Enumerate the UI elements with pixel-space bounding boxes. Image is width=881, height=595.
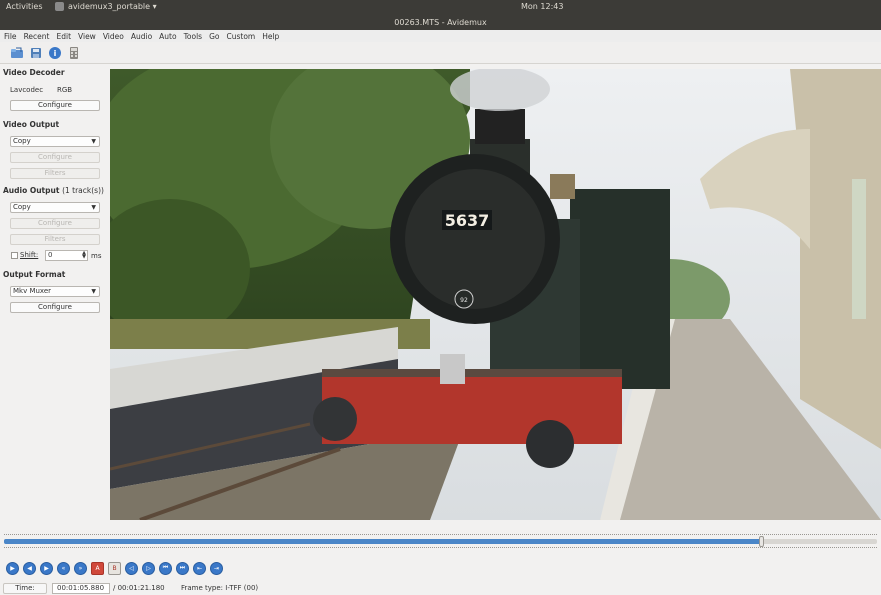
video-output-filters-button[interactable]: Filters: [10, 168, 100, 179]
timeline-progress: [4, 539, 761, 544]
clock[interactable]: Mon 12:43: [521, 2, 563, 11]
next-black-frame-icon[interactable]: ▷: [142, 561, 155, 575]
stepper-arrows-icon[interactable]: ▲ ▼: [82, 251, 86, 260]
go-to-marker-b-icon[interactable]: ⇥: [210, 561, 223, 575]
shift-stepper[interactable]: 0 ▲ ▼: [45, 250, 88, 261]
menu-go[interactable]: Go: [209, 32, 219, 41]
toolbar: i: [0, 42, 881, 64]
video-preview: 5637 92: [110, 69, 881, 520]
play-icon[interactable]: ▶: [6, 561, 19, 575]
set-marker-b-icon[interactable]: B: [108, 561, 121, 575]
system-top-bar: Activities avidemux3_portable ▾ Mon 12:4…: [0, 0, 881, 15]
locomotive-number: 5637: [445, 211, 490, 230]
shift-checkbox[interactable]: [11, 252, 18, 259]
video-decoder-title: Video Decoder: [3, 68, 65, 77]
chevron-down-icon: ▼: [91, 204, 96, 211]
app-icon: [55, 2, 64, 11]
shift-value: 0: [48, 251, 53, 259]
previous-black-frame-icon[interactable]: ◁: [125, 561, 138, 575]
video-output-configure-button[interactable]: Configure: [10, 152, 100, 163]
next-frame-icon[interactable]: ▶: [40, 561, 53, 575]
output-format-configure-button[interactable]: Configure: [10, 302, 100, 313]
menu-bar: File Recent Edit View Video Audio Auto T…: [0, 30, 881, 42]
smokebox-plate: 92: [460, 297, 468, 304]
status-bar: Time: 00:01:05.880 / 00:01:21.180 Frame …: [0, 581, 881, 595]
video-output-select[interactable]: Copy ▼: [10, 136, 100, 147]
audio-output-selected: Copy: [13, 203, 31, 211]
decoder-codec-value: RGB: [57, 86, 73, 94]
shift-unit: ms: [91, 252, 102, 260]
chevron-down-icon: ▼: [91, 138, 96, 145]
previous-frame-icon[interactable]: ◀: [23, 561, 36, 575]
output-format-select[interactable]: Mkv Muxer ▼: [10, 286, 100, 297]
time-label-button[interactable]: Time:: [3, 583, 47, 594]
menu-edit[interactable]: Edit: [56, 32, 71, 41]
settings-sidebar: Video Decoder Lavcodec RGB Configure Vid…: [0, 64, 109, 520]
calculator-icon[interactable]: [67, 46, 81, 60]
menu-auto[interactable]: Auto: [159, 32, 176, 41]
timeline-ticks-bottom: [4, 547, 877, 548]
open-file-icon[interactable]: [10, 46, 24, 60]
timeline-ticks-top: [4, 534, 877, 535]
video-output-selected: Copy: [13, 137, 31, 145]
output-format-selected: Mkv Muxer: [13, 287, 52, 295]
navigation-toolbar: ▶ ◀ ▶ « » A B ◁ ▷ ⏮ ⏭ ⇤ ⇥: [0, 559, 881, 577]
app-name: avidemux3_portable ▾: [68, 2, 157, 11]
menu-view[interactable]: View: [78, 32, 96, 41]
audio-output-select[interactable]: Copy ▼: [10, 202, 100, 213]
go-to-marker-a-icon[interactable]: ⇤: [193, 561, 206, 575]
video-decoder-configure-button[interactable]: Configure: [10, 100, 100, 111]
output-format-title: Output Format: [3, 270, 66, 279]
set-marker-a-icon[interactable]: A: [91, 561, 104, 575]
audio-output-filters-button[interactable]: Filters: [10, 234, 100, 245]
svg-text:i: i: [54, 49, 57, 58]
chevron-down-icon: ▼: [91, 288, 96, 295]
current-time-field[interactable]: 00:01:05.880: [52, 583, 110, 594]
last-frame-icon[interactable]: ⏭: [176, 561, 189, 575]
frame-type: Frame type: I-TFF (00): [181, 584, 259, 592]
fast-forward-icon[interactable]: »: [74, 561, 87, 575]
app-menu[interactable]: avidemux3_portable ▾: [55, 2, 157, 11]
menu-recent[interactable]: Recent: [24, 32, 50, 41]
audio-output-title-text: Audio Output: [3, 186, 60, 195]
audio-track-count: (1 track(s)): [62, 186, 104, 195]
window-title: 00263.MTS - Avidemux: [0, 15, 881, 30]
timeline-handle[interactable]: [758, 536, 764, 547]
menu-tools[interactable]: Tools: [184, 32, 202, 41]
video-frame-image: 5637 92: [110, 69, 881, 520]
info-icon[interactable]: i: [48, 46, 62, 60]
save-file-icon[interactable]: [29, 46, 43, 60]
decoder-codec-label: Lavcodec: [10, 86, 44, 94]
menu-file[interactable]: File: [4, 32, 17, 41]
shift-label: Shift:: [20, 251, 39, 259]
audio-output-title: Audio Output (1 track(s)): [3, 186, 104, 195]
timeline-area: [0, 520, 881, 555]
rewind-icon[interactable]: «: [57, 561, 70, 575]
video-output-title: Video Output: [3, 120, 60, 129]
total-time: / 00:01:21.180: [113, 584, 165, 592]
menu-custom[interactable]: Custom: [226, 32, 255, 41]
menu-help[interactable]: Help: [262, 32, 279, 41]
audio-output-configure-button[interactable]: Configure: [10, 218, 100, 229]
menu-audio[interactable]: Audio: [131, 32, 152, 41]
first-frame-icon[interactable]: ⏮: [159, 561, 172, 575]
timeline-slider[interactable]: [4, 536, 877, 547]
activities-button[interactable]: Activities: [6, 2, 43, 11]
menu-video[interactable]: Video: [103, 32, 124, 41]
